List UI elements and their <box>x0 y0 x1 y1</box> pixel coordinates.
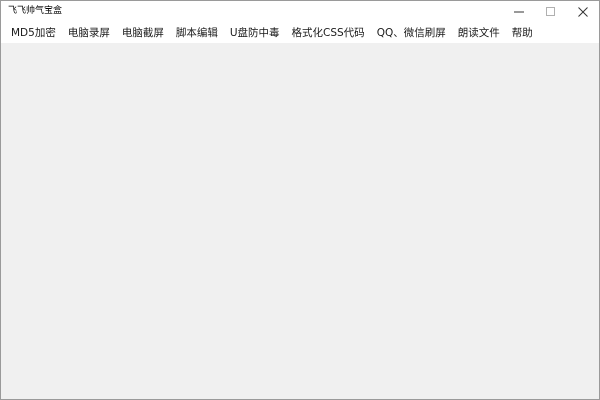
menu-item-read-file[interactable]: 朗读文件 <box>452 24 506 42</box>
window-controls <box>503 1 599 23</box>
window-title: 飞飞帅气宝盒 <box>8 6 63 16</box>
title-bar[interactable]: 飞飞帅气宝盒 <box>1 1 599 23</box>
minimize-button[interactable] <box>503 1 535 23</box>
close-icon <box>578 7 588 17</box>
menu-item-qq-wechat-spam[interactable]: QQ、微信刷屏 <box>371 24 452 42</box>
menu-item-screenshot[interactable]: 电脑截屏 <box>116 24 170 42</box>
app-window: 飞飞帅气宝盒 MD5加密 电脑录屏 电脑截屏 脚本编辑 U盘防中毒 格式化CSS… <box>0 0 600 400</box>
menu-item-md5[interactable]: MD5加密 <box>5 24 62 42</box>
menu-item-script-edit[interactable]: 脚本编辑 <box>170 24 224 42</box>
maximize-button[interactable] <box>535 1 567 23</box>
menu-item-help[interactable]: 帮助 <box>506 24 539 42</box>
close-button[interactable] <box>567 1 599 23</box>
menu-item-screen-record[interactable]: 电脑录屏 <box>62 24 116 42</box>
menu-bar: MD5加密 电脑录屏 电脑截屏 脚本编辑 U盘防中毒 格式化CSS代码 QQ、微… <box>1 23 599 43</box>
menu-item-format-css[interactable]: 格式化CSS代码 <box>286 24 371 42</box>
menu-item-usb-protect[interactable]: U盘防中毒 <box>224 24 286 42</box>
client-area[interactable] <box>1 43 599 399</box>
minimize-icon <box>514 11 524 13</box>
maximize-icon <box>546 7 555 16</box>
